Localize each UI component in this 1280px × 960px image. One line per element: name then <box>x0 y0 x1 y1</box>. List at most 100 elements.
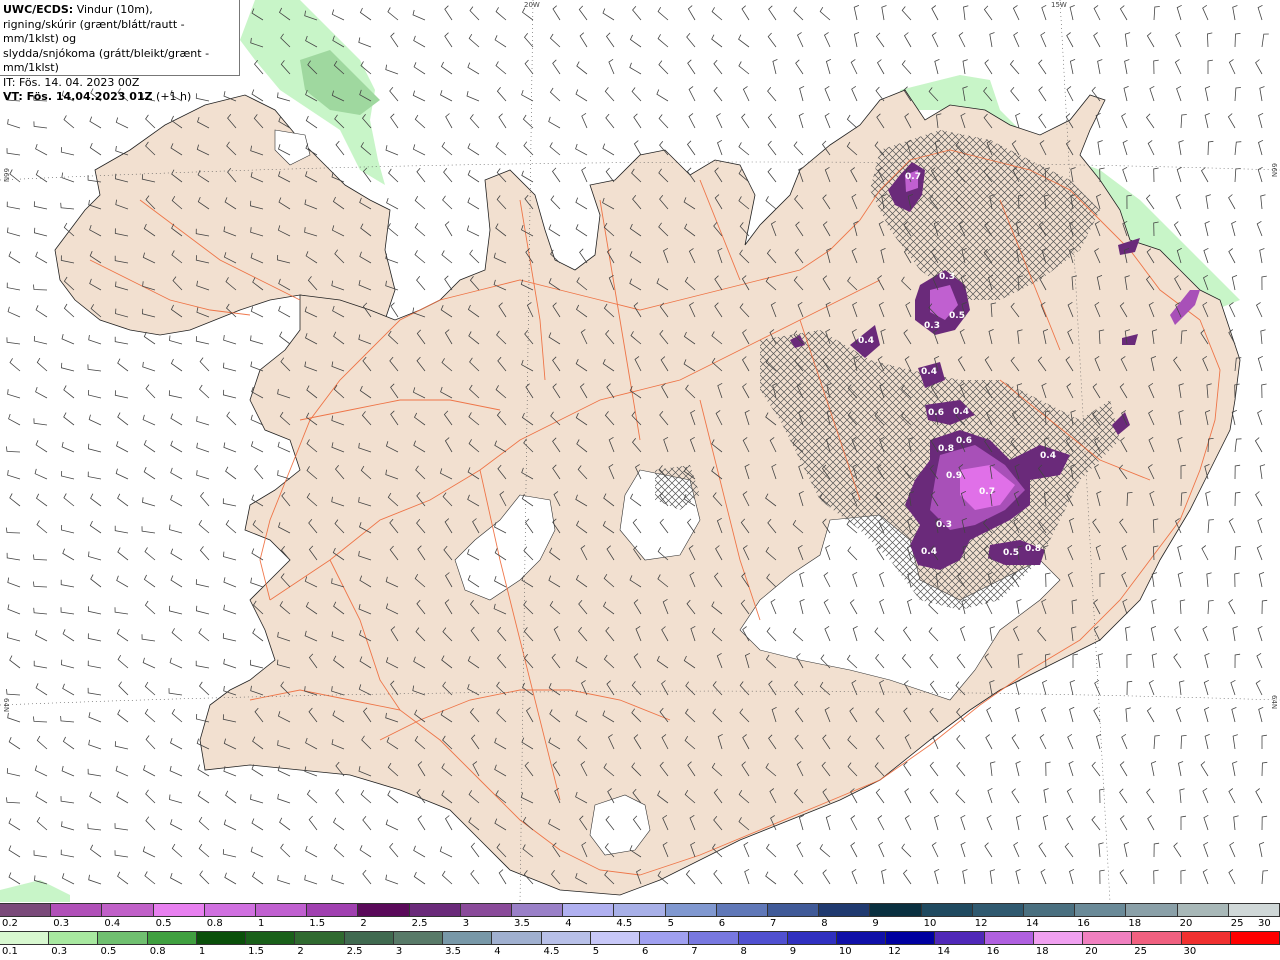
wind-barb <box>1261 275 1267 291</box>
wind-barb <box>1040 31 1047 48</box>
wind-barb <box>414 222 426 237</box>
legend-label: 18 <box>1128 918 1142 929</box>
wind-barb <box>576 61 588 75</box>
wind-barb <box>143 467 156 480</box>
wind-barb <box>738 142 750 156</box>
wind-barb <box>441 141 453 156</box>
wind-barb <box>7 470 21 480</box>
wind-barb <box>1259 464 1266 480</box>
wind-barb <box>8 818 21 831</box>
wind-barb <box>904 788 912 804</box>
wind-barb <box>715 113 723 129</box>
wind-barb <box>1261 734 1267 749</box>
wind-barb <box>602 143 615 156</box>
longitude-label-20w: 20W <box>524 1 540 9</box>
legend-swatch <box>512 904 564 916</box>
wind-barb <box>33 850 48 858</box>
wind-barb <box>795 59 804 75</box>
wind-barb <box>713 869 723 885</box>
legend-swatch <box>1177 904 1229 916</box>
wind-barb <box>170 467 183 480</box>
wind-barb <box>1256 220 1263 237</box>
wind-barb <box>226 411 237 426</box>
legend-label: 30 <box>1258 918 1271 929</box>
wind-barb <box>1174 626 1182 642</box>
wind-barb <box>1258 842 1265 858</box>
wind-barb <box>549 142 561 156</box>
wind-barb <box>416 167 426 183</box>
wind-barb <box>1261 599 1268 615</box>
wind-barb <box>1066 86 1074 102</box>
wind-barb <box>468 33 480 48</box>
wind-barb <box>1042 815 1049 831</box>
legend-swatch <box>541 932 591 944</box>
legend-swatch <box>1230 932 1280 944</box>
wind-barb <box>741 5 750 21</box>
wind-barb <box>35 143 48 156</box>
wind-barb <box>387 7 399 21</box>
legend-label: 0.8 <box>206 918 223 929</box>
legend-swatch <box>196 932 247 944</box>
wind-barb <box>656 89 669 102</box>
wind-barb <box>223 577 237 588</box>
legend-swatch <box>1228 904 1280 916</box>
wind-barb <box>222 849 237 858</box>
wind-barb <box>117 358 129 372</box>
wind-barb <box>60 524 75 534</box>
wind-barb <box>1093 707 1101 723</box>
wind-barb <box>608 58 615 75</box>
wind-barb <box>743 841 750 858</box>
wind-barb <box>1234 491 1241 507</box>
wind-barb <box>984 59 993 75</box>
wind-barb <box>280 843 291 858</box>
wind-barb <box>1260 329 1266 345</box>
wind-barb <box>388 168 399 183</box>
wind-barb <box>934 59 940 75</box>
legend-swatch <box>972 904 1025 916</box>
wind-barb <box>986 814 993 831</box>
wind-barb <box>8 737 21 750</box>
wind-barb <box>1256 652 1263 669</box>
wind-barb <box>63 115 75 129</box>
wind-barb <box>7 389 21 399</box>
wind-barb <box>1254 437 1263 453</box>
wind-barb <box>989 32 995 48</box>
wind-barb <box>1177 545 1183 561</box>
wind-barb <box>36 520 48 534</box>
latitude-label-left-64n: 64N <box>2 698 10 713</box>
wind-barb <box>798 112 804 129</box>
wind-barb <box>87 389 102 399</box>
wind-barb <box>850 842 858 858</box>
wind-barb <box>1146 788 1155 804</box>
wind-barb <box>799 85 805 102</box>
wind-barb <box>9 655 21 669</box>
legend-label: 4.5 <box>543 946 560 957</box>
legend-swatch <box>614 904 666 916</box>
wind-barb <box>60 202 75 210</box>
wind-barb <box>195 605 210 615</box>
wind-barb <box>1069 5 1075 21</box>
wind-barb <box>1180 815 1187 830</box>
wind-barb <box>1038 86 1047 102</box>
wind-barb <box>308 815 318 831</box>
wind-barb <box>633 113 642 129</box>
wind-barb <box>985 734 993 750</box>
wind-barb <box>796 32 804 48</box>
wind-barb <box>1153 59 1159 75</box>
wind-barb <box>1229 841 1236 858</box>
wind-barb <box>198 843 210 858</box>
wind-barb <box>1202 625 1209 642</box>
wind-barb <box>87 768 102 777</box>
wind-barb <box>711 34 723 48</box>
wind-barb <box>89 520 102 534</box>
wind-barb <box>524 59 534 75</box>
wind-barb <box>144 708 156 723</box>
wind-barb <box>1097 653 1103 669</box>
wind-barb <box>1091 761 1101 777</box>
legend-swatch <box>492 932 542 944</box>
legend-swatch <box>256 904 308 916</box>
wind-barb <box>741 113 750 129</box>
wind-barb <box>956 761 966 777</box>
legend-label: 14 <box>937 946 951 957</box>
wind-barb <box>7 119 21 129</box>
